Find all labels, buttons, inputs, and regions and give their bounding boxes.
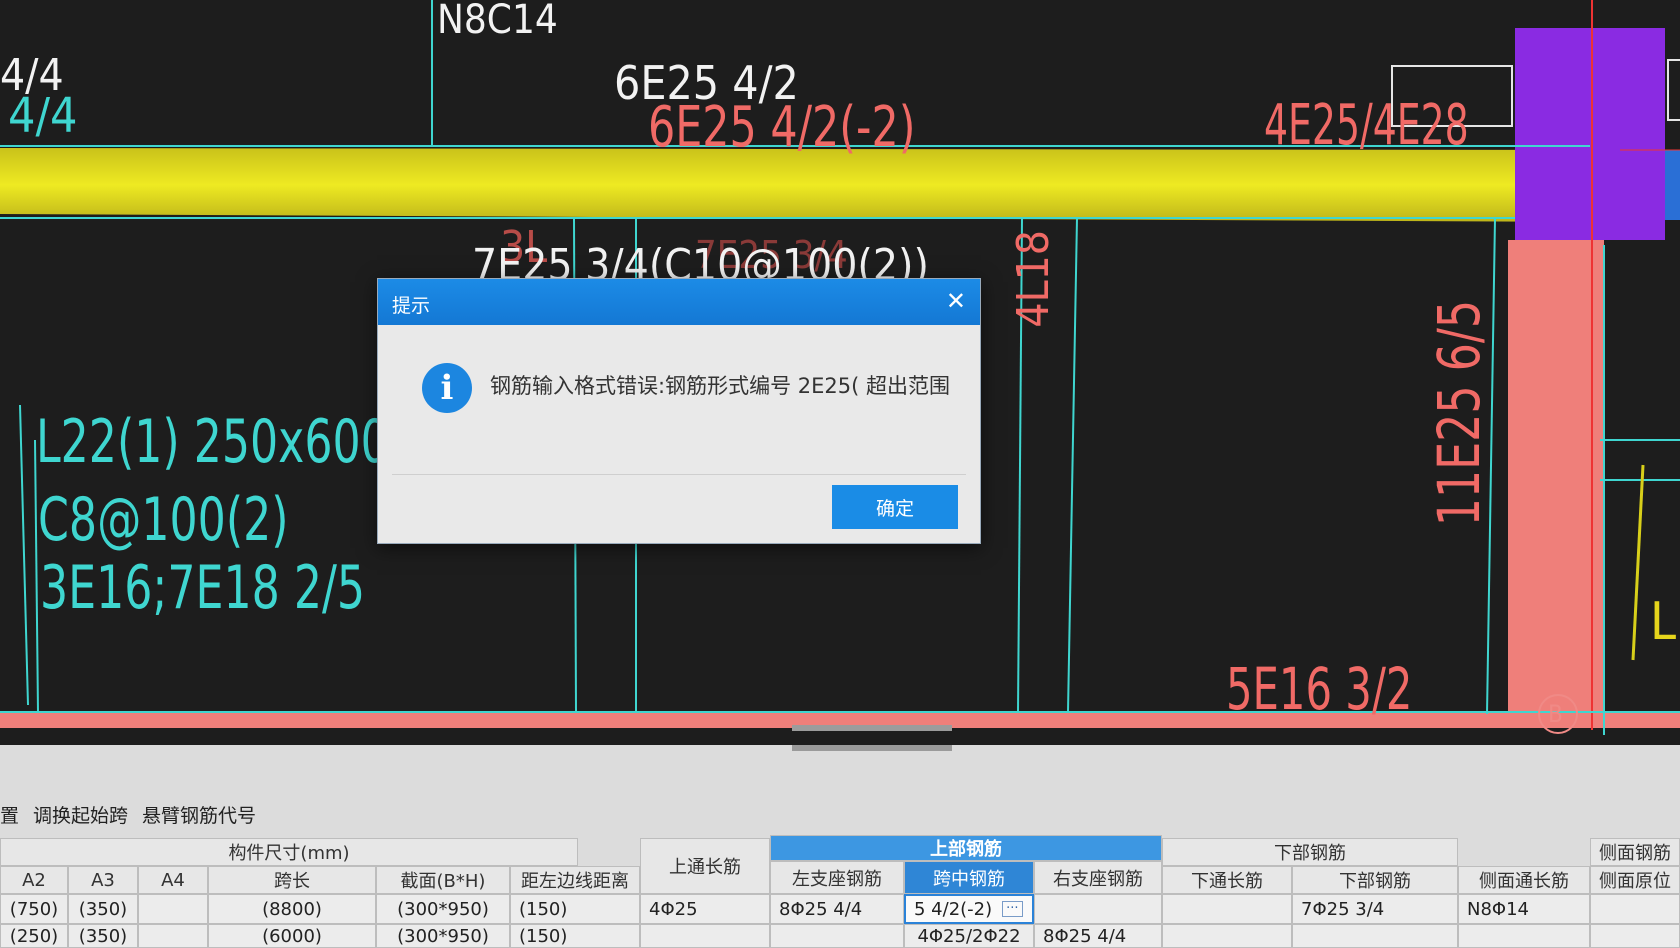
row1-section[interactable]: (300*950) bbox=[376, 894, 510, 924]
cad-label-11e25: 11E25 6/5 bbox=[1425, 299, 1493, 527]
row2-side-through[interactable] bbox=[1458, 924, 1590, 948]
row1-left-support[interactable]: 8Φ25 4/4 bbox=[770, 894, 904, 924]
row1-bottom-through[interactable] bbox=[1162, 894, 1292, 924]
row1-right-support[interactable] bbox=[1034, 894, 1162, 924]
row2-left-support[interactable] bbox=[770, 924, 904, 948]
cantilever-code-button[interactable]: 悬臂钢筋代号 bbox=[142, 801, 256, 828]
row1-bottom-rebar[interactable]: 7Φ25 3/4 bbox=[1292, 894, 1458, 924]
column-band bbox=[1508, 240, 1604, 728]
dialog-divider bbox=[392, 474, 966, 475]
col-a2: A2 bbox=[0, 866, 68, 894]
col-edge-distance: 距左边线距离 bbox=[510, 866, 640, 894]
selection-block-edge bbox=[1665, 150, 1680, 220]
row2-section[interactable]: (300*950) bbox=[376, 924, 510, 948]
row1-span-length[interactable]: (8800) bbox=[208, 894, 376, 924]
close-icon[interactable]: ✕ bbox=[946, 287, 966, 315]
scroll-thumb bbox=[792, 725, 952, 731]
row2-bottom-through[interactable] bbox=[1162, 924, 1292, 948]
row2-side-original[interactable] bbox=[1590, 924, 1680, 948]
ellipsis-button[interactable]: ··· bbox=[1002, 901, 1023, 917]
header-top-rebar-group: 上部钢筋 bbox=[770, 835, 1162, 861]
cad-label-4l18: 4L18 bbox=[1008, 230, 1059, 328]
row2-edge-distance[interactable]: (150) bbox=[510, 924, 640, 948]
cad-label-beam-stirrup: C8@100(2) bbox=[38, 485, 289, 555]
col-mid-span: 跨中钢筋 bbox=[904, 861, 1034, 894]
cad-label-axis-b: B bbox=[1548, 700, 1563, 728]
dialog-title-bar[interactable]: 提示 ✕ bbox=[378, 279, 980, 325]
cad-label-4e25: 4E25/4E28 bbox=[1264, 93, 1469, 158]
row2-right-support[interactable]: 8Φ25 4/4 bbox=[1034, 924, 1162, 948]
cad-label-right-l: L bbox=[1650, 592, 1677, 652]
panel-toolbar: 置调换起始跨 悬臂钢筋代号 bbox=[0, 801, 270, 829]
error-dialog: 提示 ✕ i 钢筋输入格式错误:钢筋形式编号 2E25( 超出范围 确定 bbox=[377, 278, 981, 544]
row2-bottom-rebar[interactable] bbox=[1292, 924, 1458, 948]
cad-label-n8c14: N8C14 bbox=[437, 0, 558, 43]
row1-mid-span-input[interactable]: 5 4/2(-2) ··· bbox=[904, 894, 1034, 924]
dialog-message: 钢筋输入格式错误:钢筋形式编号 2E25( 超出范围 bbox=[490, 374, 950, 398]
selection-block bbox=[1515, 28, 1665, 240]
col-span-length: 跨长 bbox=[208, 866, 376, 894]
row1-side-through[interactable]: N8Φ14 bbox=[1458, 894, 1590, 924]
cad-label-6e25-red: 6E25 4/2(-2) bbox=[648, 95, 916, 160]
cad-label-beam-l22: L22(1) 250x600 bbox=[36, 407, 389, 477]
col-side-through: 侧面通长筋 bbox=[1458, 866, 1590, 894]
row2-a4[interactable] bbox=[138, 924, 208, 948]
swap-start-span-button[interactable]: 调换起始跨 bbox=[33, 801, 128, 828]
outline-rect-right bbox=[1667, 59, 1680, 121]
header-top-through: 上通长筋 bbox=[640, 838, 770, 894]
col-side-original: 侧面原位 bbox=[1590, 866, 1680, 894]
cad-label-left-top-b: 4/4 bbox=[8, 88, 78, 144]
col-a4: A4 bbox=[138, 866, 208, 894]
row1-a4[interactable] bbox=[138, 894, 208, 924]
header-side-rebar-group: 侧面钢筋 bbox=[1590, 838, 1680, 866]
row2-span-length[interactable]: (6000) bbox=[208, 924, 376, 948]
row1-mid-span-value: 5 4/2(-2) bbox=[914, 898, 993, 920]
row1-a3[interactable]: (350) bbox=[68, 894, 138, 924]
panel-resize-grip[interactable] bbox=[792, 745, 952, 751]
col-section: 截面(B*H) bbox=[376, 866, 510, 894]
ok-button[interactable]: 确定 bbox=[832, 485, 958, 529]
row1-side-original[interactable] bbox=[1590, 894, 1680, 924]
col-a3: A3 bbox=[68, 866, 138, 894]
row2-top-through[interactable] bbox=[640, 924, 770, 948]
header-bottom-rebar-group: 下部钢筋 bbox=[1162, 838, 1458, 866]
header-size-group: 构件尺寸(mm) bbox=[0, 838, 578, 866]
cad-canvas[interactable]: N8C14 4/4 4/4 6E25 4/2 6E25 4/2(-2) 4E25… bbox=[0, 0, 1680, 745]
toolbar-cut-item[interactable]: 置 bbox=[0, 801, 19, 828]
row1-edge-distance[interactable]: (150) bbox=[510, 894, 640, 924]
col-right-support: 右支座钢筋 bbox=[1034, 861, 1162, 894]
col-bottom-rebar: 下部钢筋 bbox=[1292, 866, 1458, 894]
col-left-support: 左支座钢筋 bbox=[770, 861, 904, 894]
info-icon: i bbox=[422, 363, 472, 413]
row2-mid-span[interactable]: 4Φ25/2Φ22 bbox=[904, 924, 1034, 948]
rebar-input-panel: 置调换起始跨 悬臂钢筋代号 构件尺寸(mm) 上通长筋 上部钢筋 下部钢筋 侧面钢… bbox=[0, 745, 1680, 948]
cad-label-5e16: 5E16 3/2 bbox=[1226, 655, 1413, 723]
col-bottom-through: 下通长筋 bbox=[1162, 866, 1292, 894]
row2-a2[interactable]: (250) bbox=[0, 924, 68, 948]
row1-top-through[interactable]: 4Φ25 bbox=[640, 894, 770, 924]
dialog-title: 提示 bbox=[392, 295, 431, 317]
row2-a3[interactable]: (350) bbox=[68, 924, 138, 948]
cad-label-beam-rebar: 3E16;7E18 2/5 bbox=[40, 553, 366, 623]
row1-a2[interactable]: (750) bbox=[0, 894, 68, 924]
